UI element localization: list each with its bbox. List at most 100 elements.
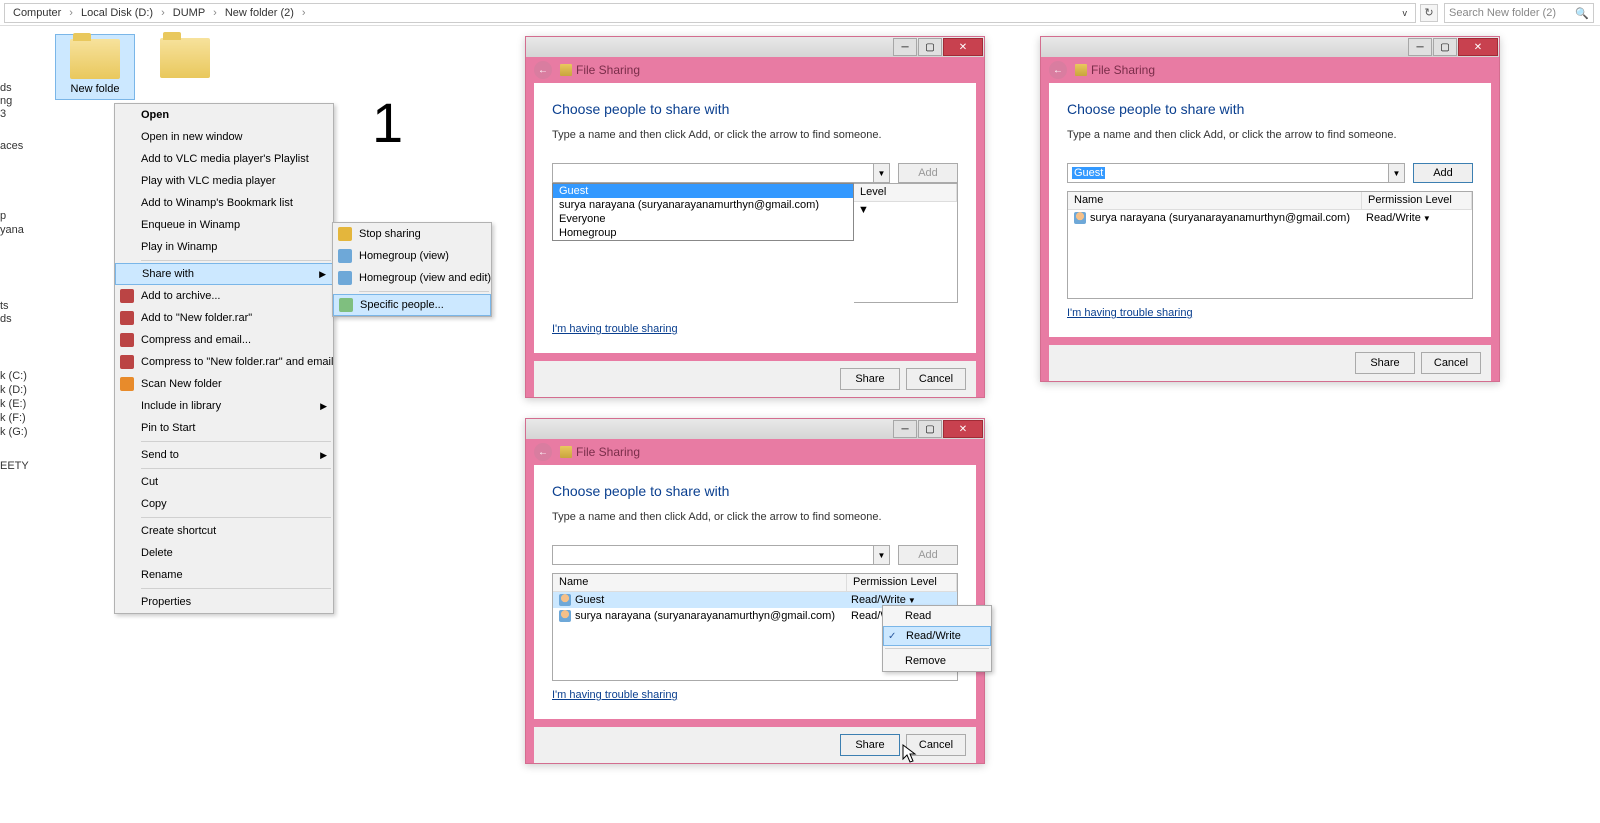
- share-row-owner[interactable]: surya narayana (suryanarayanamurthyn@gma…: [1068, 210, 1472, 226]
- nav-tree-fragment[interactable]: ds: [0, 313, 12, 325]
- trouble-sharing-link[interactable]: I'm having trouble sharing: [552, 689, 678, 701]
- folder-item[interactable]: New folde: [55, 34, 135, 100]
- cancel-button[interactable]: Cancel: [906, 368, 966, 390]
- crumb[interactable]: Local Disk (D:): [77, 7, 157, 19]
- close-button[interactable]: ✕: [943, 420, 983, 438]
- perm-option-readwrite[interactable]: ✓Read/Write: [883, 626, 991, 646]
- add-button[interactable]: Add: [898, 545, 958, 565]
- chevron-down-icon[interactable]: ▼: [908, 596, 916, 605]
- trouble-sharing-link[interactable]: I'm having trouble sharing: [552, 323, 678, 335]
- nav-tree-fragment[interactable]: aces: [0, 140, 23, 152]
- cancel-button[interactable]: Cancel: [1421, 352, 1481, 374]
- search-input[interactable]: Search New folder (2) 🔍: [1444, 3, 1594, 23]
- dropdown-option[interactable]: surya narayana (suryanarayanamurthyn@gma…: [553, 198, 853, 212]
- dropdown-option[interactable]: Everyone: [553, 212, 853, 226]
- minimize-button[interactable]: ─: [1408, 38, 1432, 56]
- maximize-button[interactable]: ▢: [1433, 38, 1457, 56]
- people-combo[interactable]: Guest ▼: [1067, 163, 1405, 183]
- menu-item[interactable]: Stop sharing: [333, 223, 491, 245]
- nav-tree-fragment[interactable]: k (D:): [0, 384, 27, 396]
- maximize-button[interactable]: ▢: [918, 420, 942, 438]
- nav-tree-fragment[interactable]: yana: [0, 224, 24, 236]
- menu-item[interactable]: Open: [115, 104, 333, 126]
- nav-tree-fragment[interactable]: 3: [0, 108, 6, 120]
- crumb[interactable]: DUMP: [169, 7, 209, 19]
- history-dropdown-icon[interactable]: v: [1399, 8, 1412, 18]
- dropdown-arrow-icon[interactable]: ▼: [873, 546, 889, 564]
- menu-item[interactable]: Homegroup (view): [333, 245, 491, 267]
- nav-tree-fragment[interactable]: k (G:): [0, 426, 28, 438]
- share-button[interactable]: Share: [840, 734, 900, 756]
- nav-tree-fragment[interactable]: ng: [0, 95, 12, 107]
- dropdown-arrow-icon[interactable]: ▼: [873, 164, 889, 182]
- menu-item[interactable]: Compress to "New folder.rar" and email: [115, 351, 333, 373]
- col-perm-header[interactable]: Permission Level: [1362, 192, 1472, 209]
- col-name-header[interactable]: Name: [1068, 192, 1362, 209]
- menu-item[interactable]: Add to "New folder.rar": [115, 307, 333, 329]
- col-name-header[interactable]: Name: [553, 574, 847, 591]
- back-button[interactable]: ←: [1049, 61, 1067, 79]
- menu-item[interactable]: Create shortcut: [115, 520, 333, 542]
- close-button[interactable]: ✕: [943, 38, 983, 56]
- share-list-partial: Level ▼: [854, 183, 958, 303]
- permission-menu[interactable]: Read ✓Read/Write Remove: [882, 605, 992, 672]
- people-combo[interactable]: ▼: [552, 545, 890, 565]
- crumb[interactable]: Computer: [9, 7, 65, 19]
- col-perm-header[interactable]: Permission Level: [847, 574, 957, 591]
- menu-item[interactable]: Cut: [115, 471, 333, 493]
- close-button[interactable]: ✕: [1458, 38, 1498, 56]
- nav-tree-fragment[interactable]: ts: [0, 300, 9, 312]
- menu-item[interactable]: Specific people...: [333, 294, 491, 316]
- menu-item[interactable]: Play in Winamp: [115, 236, 333, 258]
- menu-item[interactable]: Enqueue in Winamp: [115, 214, 333, 236]
- dropdown-option[interactable]: Guest: [553, 184, 853, 198]
- menu-item[interactable]: Include in library▶: [115, 395, 333, 417]
- crumb[interactable]: New folder (2): [221, 7, 298, 19]
- back-button[interactable]: ←: [534, 443, 552, 461]
- minimize-button[interactable]: ─: [893, 420, 917, 438]
- menu-item[interactable]: Add to VLC media player's Playlist: [115, 148, 333, 170]
- folder-item[interactable]: [145, 34, 225, 100]
- menu-item[interactable]: Play with VLC media player: [115, 170, 333, 192]
- nav-tree-fragment[interactable]: k (C:): [0, 370, 27, 382]
- menu-item[interactable]: Copy: [115, 493, 333, 515]
- share-with-submenu[interactable]: Stop sharingHomegroup (view)Homegroup (v…: [332, 222, 492, 317]
- maximize-button[interactable]: ▢: [918, 38, 942, 56]
- menu-item[interactable]: Add to Winamp's Bookmark list: [115, 192, 333, 214]
- context-menu[interactable]: OpenOpen in new windowAdd to VLC media p…: [114, 103, 334, 614]
- menu-item[interactable]: Share with▶: [115, 263, 333, 285]
- nav-tree-fragment[interactable]: EETY: [0, 460, 29, 472]
- chevron-down-icon[interactable]: ▼: [1423, 214, 1431, 223]
- menu-item[interactable]: Properties: [115, 591, 333, 613]
- add-button[interactable]: Add: [1413, 163, 1473, 183]
- people-combo[interactable]: ▼: [552, 163, 890, 183]
- perm-option-remove[interactable]: Remove: [883, 651, 991, 671]
- refresh-button[interactable]: ↻: [1420, 4, 1438, 22]
- menu-item[interactable]: Send to▶: [115, 444, 333, 466]
- nav-tree-fragment[interactable]: k (F:): [0, 412, 26, 424]
- menu-item[interactable]: Add to archive...: [115, 285, 333, 307]
- nav-tree-fragment[interactable]: k (E:): [0, 398, 26, 410]
- dropdown-option[interactable]: Homegroup: [553, 226, 853, 240]
- menu-item[interactable]: Pin to Start: [115, 417, 333, 439]
- add-button[interactable]: Add: [898, 163, 958, 183]
- menu-item[interactable]: Scan New folder: [115, 373, 333, 395]
- breadcrumb[interactable]: Computer› Local Disk (D:)› DUMP› New fol…: [4, 3, 1416, 23]
- menu-item[interactable]: Rename: [115, 564, 333, 586]
- share-button[interactable]: Share: [840, 368, 900, 390]
- nav-tree-fragment[interactable]: ds: [0, 82, 12, 94]
- menu-item[interactable]: Homegroup (view and edit): [333, 267, 491, 289]
- menu-item[interactable]: Open in new window: [115, 126, 333, 148]
- nav-tree-fragment[interactable]: p: [0, 210, 6, 222]
- share-button[interactable]: Share: [1355, 352, 1415, 374]
- minimize-button[interactable]: ─: [893, 38, 917, 56]
- perm-option-read[interactable]: Read: [883, 606, 991, 626]
- people-dropdown-list[interactable]: Guest surya narayana (suryanarayanamurth…: [552, 183, 854, 241]
- back-button[interactable]: ←: [534, 61, 552, 79]
- trouble-sharing-link[interactable]: I'm having trouble sharing: [1067, 307, 1193, 319]
- dropdown-arrow-icon[interactable]: ▼: [1388, 164, 1404, 182]
- step-number: 1: [372, 90, 403, 155]
- menu-item[interactable]: Compress and email...: [115, 329, 333, 351]
- share-list[interactable]: Name Permission Level surya narayana (su…: [1067, 191, 1473, 299]
- menu-item[interactable]: Delete: [115, 542, 333, 564]
